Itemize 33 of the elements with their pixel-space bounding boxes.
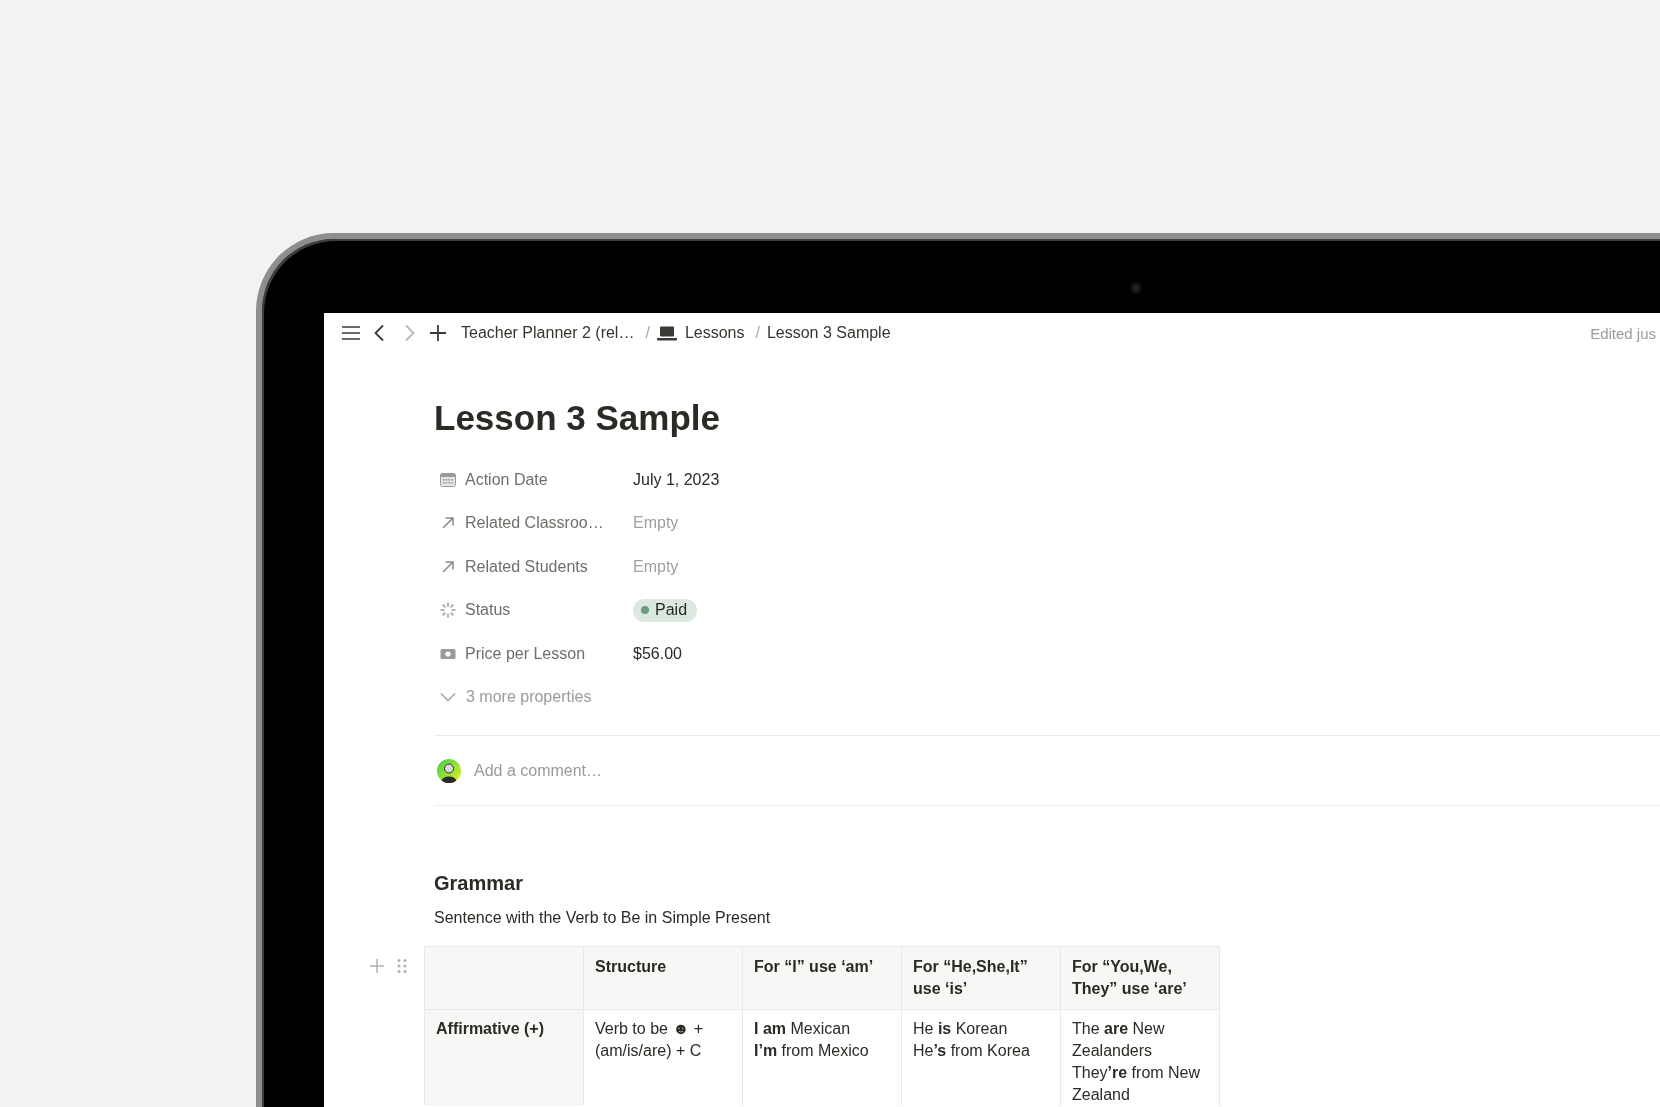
drag-handle-icon[interactable] xyxy=(397,958,407,974)
property-value[interactable]: July 1, 2023 xyxy=(633,470,720,488)
breadcrumb-separator: / xyxy=(645,324,650,342)
column-header: Structure xyxy=(583,946,743,1010)
user-avatar-icon xyxy=(437,758,461,783)
chevron-down-icon xyxy=(440,692,456,703)
column-header: For “He,She,It” use ‘is’ xyxy=(901,946,1061,1010)
calendar-icon xyxy=(440,471,456,488)
dashed-ring-icon xyxy=(440,602,456,619)
comment-input[interactable]: Add a comment… xyxy=(474,761,774,780)
status-tag[interactable]: Paid xyxy=(633,598,698,622)
breadcrumb-link[interactable]: Lesson 3 Sample xyxy=(763,324,894,342)
breadcrumb-separator: / xyxy=(755,324,760,342)
property-value[interactable]: $56.00 xyxy=(633,644,682,662)
camera-dot-icon xyxy=(1130,282,1142,294)
section-heading: Grammar xyxy=(434,871,524,896)
row-header: Affirmative (+) xyxy=(424,1009,584,1106)
property-label: Action Date xyxy=(465,470,548,489)
paragraph-text: Sentence with the Verb to Be in Simple Present xyxy=(434,908,772,928)
property-label: Related Students xyxy=(465,557,588,576)
arrow-up-right-icon xyxy=(440,558,456,575)
breadcrumb-link[interactable]: Teacher Planner 2 (rel… xyxy=(458,324,638,342)
property-label: Price per Lesson xyxy=(465,644,586,663)
column-header: For “You,We, They” use ‘are’ xyxy=(1060,946,1220,1010)
menu-icon[interactable] xyxy=(341,323,361,343)
property-label: Status xyxy=(465,601,511,620)
edited-status: Edited jus xyxy=(1590,324,1657,342)
breadcrumb-link[interactable]: Lessons xyxy=(653,324,748,342)
page-title: Lesson 3 Sample xyxy=(434,397,721,439)
status-label: Paid xyxy=(655,601,688,620)
column-header: For “I” use ‘am’ xyxy=(742,946,902,1010)
plus-icon[interactable] xyxy=(428,323,448,343)
property-label: Related Classroo… xyxy=(465,514,604,533)
